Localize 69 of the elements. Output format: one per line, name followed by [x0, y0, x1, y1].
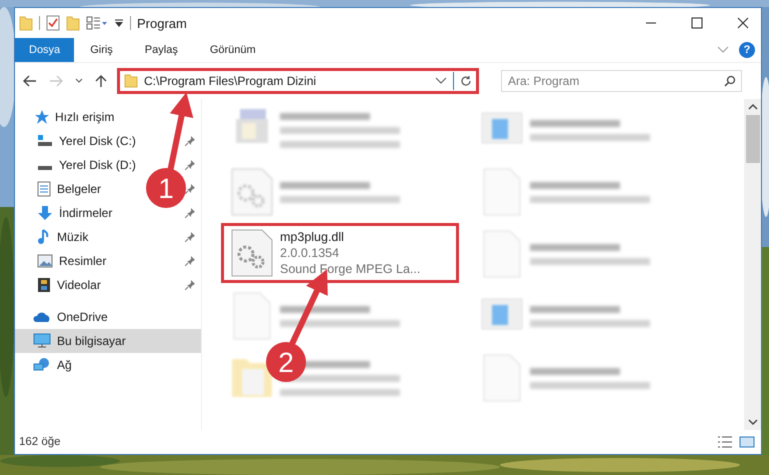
sidebar-item[interactable]: Hızlı erişim	[15, 105, 201, 129]
sidebar-item[interactable]: Ağ	[15, 353, 201, 377]
folder-icon	[124, 74, 138, 88]
scroll-up-icon[interactable]	[748, 103, 758, 111]
help-button[interactable]: ?	[739, 42, 755, 58]
gear-file-icon	[230, 167, 274, 217]
back-arrow-icon[interactable]	[23, 75, 37, 87]
sidebar-item[interactable]: Müzik	[57, 230, 88, 244]
ribbon-tab[interactable]: Paylaş	[128, 38, 194, 62]
pin-icon[interactable]	[185, 280, 195, 290]
search-field[interactable]: Ara: Program	[501, 70, 742, 92]
recent-caret-icon[interactable]	[75, 78, 83, 84]
sidebar-item[interactable]: Resimler	[59, 254, 106, 268]
drive-icon	[37, 135, 53, 147]
close-icon[interactable]	[737, 17, 749, 29]
gear-file-icon	[230, 228, 274, 278]
network-icon	[33, 357, 51, 373]
ribbon-tab[interactable]: Dosya	[15, 38, 74, 62]
pin-icon[interactable]	[185, 136, 195, 146]
ribbon-tab[interactable]: Giriş	[74, 38, 129, 62]
computer-icon	[33, 333, 51, 349]
sidebar-item[interactable]: Videolar	[57, 278, 101, 292]
pin-icon[interactable]	[185, 184, 195, 194]
music-note-icon	[37, 229, 51, 245]
checklist-icon[interactable]	[46, 15, 60, 31]
address-path: C:\Program Files\Program Dizini	[144, 74, 318, 88]
file-version: 2.0.0.1354	[280, 246, 340, 260]
sidebar-label: Hızlı erişim	[55, 110, 114, 124]
ribbon-tab[interactable]: Görünüm	[194, 38, 272, 62]
sidebar-label: Bu bilgisayar	[57, 334, 126, 348]
file-name: mp3plug.dll	[280, 230, 345, 244]
scrollbar[interactable]	[744, 99, 761, 430]
document-icon	[37, 181, 51, 197]
sidebar-label: OneDrive	[57, 310, 108, 324]
number-badge: 1	[146, 168, 186, 208]
film-strip-icon	[37, 277, 51, 293]
pin-icon[interactable]	[185, 160, 195, 170]
large-icons-view-icon[interactable]	[739, 435, 755, 449]
landscape-image-icon	[37, 254, 53, 268]
sidebar-item[interactable]: Belgeler	[57, 182, 102, 196]
refresh-icon[interactable]	[460, 75, 472, 87]
window-title: Program	[137, 16, 187, 30]
pin-icon[interactable]	[185, 256, 195, 266]
star-icon	[33, 109, 49, 125]
sidebar-item[interactable]: Yerel Disk (C:)	[59, 134, 136, 148]
up-arrow-icon[interactable]	[95, 74, 107, 88]
cloud-icon	[33, 311, 51, 323]
details-view-icon[interactable]	[717, 435, 733, 449]
maximize-icon[interactable]	[691, 17, 703, 29]
number-badge: 2	[266, 342, 306, 382]
pin-icon[interactable]	[185, 208, 195, 218]
sidebar-item[interactable]: Yerel Disk (D:)	[59, 158, 136, 172]
scroll-thumb[interactable]	[746, 115, 760, 163]
search-icon	[724, 75, 736, 87]
item-count: 162 öğe	[19, 436, 61, 448]
file-description: Sound Forge MPEG La...	[280, 262, 420, 276]
chevron-down-icon[interactable]	[435, 77, 447, 85]
sidebar-label: Ağ	[57, 358, 72, 372]
drive-icon	[37, 166, 53, 170]
sidebar-item[interactable]: OneDrive	[15, 305, 201, 329]
scroll-down-icon[interactable]	[748, 418, 758, 426]
sidebar-item[interactable]: İndirmeler	[59, 206, 112, 220]
customize-caret-icon[interactable]	[114, 18, 124, 28]
download-arrow-icon	[37, 205, 53, 221]
sidebar-item[interactable]: Bu bilgisayar	[15, 329, 201, 353]
file-item[interactable]: mp3plug.dll 2.0.0.1354 Sound Forge MPEG La...	[221, 223, 459, 283]
view-list-icon[interactable]	[86, 16, 108, 30]
pin-icon[interactable]	[185, 232, 195, 242]
address-bar[interactable]: C:\Program Files\Program Dizini	[117, 68, 479, 94]
